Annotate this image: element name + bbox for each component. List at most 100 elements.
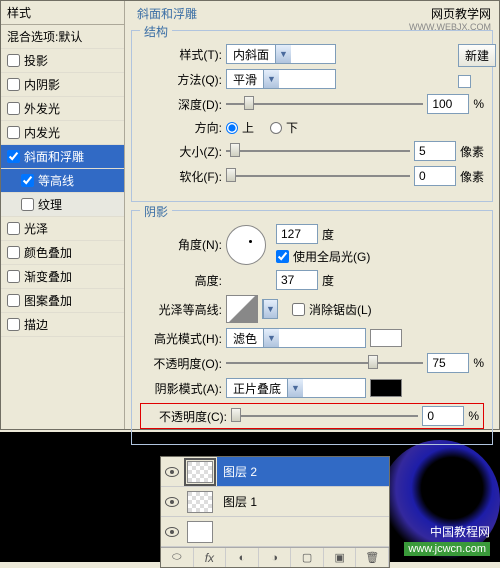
shadow-mode-combo[interactable]: 正片叠底▼ (226, 378, 366, 398)
technique-label: 方法(Q): (140, 71, 222, 88)
shadow-mode-label: 阴影模式(A): (140, 380, 222, 397)
soften-input[interactable]: 0 (414, 166, 456, 186)
direction-up-radio[interactable] (226, 122, 238, 134)
direction-label: 方向: (140, 119, 222, 136)
shadow-opacity-input[interactable]: 0 (422, 406, 464, 426)
checkbox[interactable] (7, 150, 20, 163)
eye-icon (165, 467, 179, 477)
style-gradient-overlay[interactable]: 渐变叠加 (1, 265, 124, 289)
size-slider[interactable] (226, 142, 410, 160)
altitude-input[interactable]: 37 (276, 270, 318, 290)
highlighted-row: 不透明度(C): 0 % (140, 403, 484, 429)
sidebar-title: 样式 (1, 1, 124, 25)
global-light-checkbox[interactable] (276, 250, 289, 263)
antialias-checkbox[interactable] (292, 303, 305, 316)
checkbox[interactable] (7, 102, 20, 115)
style-inner-glow[interactable]: 内发光 (1, 121, 124, 145)
style-pattern-overlay[interactable]: 图案叠加 (1, 289, 124, 313)
folder-icon[interactable]: ▢ (291, 548, 324, 567)
angle-input[interactable]: 127 (276, 224, 318, 244)
visibility-toggle[interactable] (161, 527, 183, 537)
chevron-down-icon[interactable]: ▼ (263, 300, 277, 318)
shadow-opacity-slider[interactable] (231, 407, 418, 425)
size-label: 大小(Z): (140, 143, 222, 160)
mask-icon[interactable]: ◐ (226, 548, 259, 567)
brand-watermark: 网页教学网 WWW.WEBJX.COM (409, 5, 491, 32)
gloss-label: 光泽等高线: (140, 301, 222, 318)
style-combo[interactable]: 内斜面▼ (226, 44, 336, 64)
layer-row[interactable]: 图层 2 (161, 457, 389, 487)
tutorial-watermark: 中国教程网 www.jcwcn.com (404, 523, 490, 556)
highlight-mode-label: 高光模式(H): (140, 330, 222, 347)
link-icon[interactable]: ⬭ (161, 548, 194, 567)
visibility-toggle[interactable] (161, 467, 183, 477)
checkbox[interactable] (7, 78, 20, 91)
direction-down-radio[interactable] (270, 122, 282, 134)
layer-thumbnail[interactable] (187, 461, 213, 483)
style-texture[interactable]: 纹理 (1, 193, 124, 217)
highlight-opacity-label: 不透明度(O): (140, 355, 222, 372)
altitude-label: 高度: (140, 272, 222, 289)
checkbox[interactable] (7, 294, 20, 307)
shadow-opacity-label: 不透明度(C): (145, 408, 227, 425)
trash-icon[interactable]: 🗑 (356, 548, 389, 567)
highlight-mode-combo[interactable]: 滤色▼ (226, 328, 366, 348)
angle-dial[interactable] (226, 225, 266, 265)
settings-panel: 斜面和浮雕 网页教学网 WWW.WEBJX.COM 结构 样式(T): 内斜面▼… (125, 1, 499, 429)
style-color-overlay[interactable]: 颜色叠加 (1, 241, 124, 265)
layer-name[interactable] (217, 517, 389, 546)
checkbox[interactable] (7, 270, 20, 283)
highlight-opacity-input[interactable]: 75 (427, 353, 469, 373)
layer-name[interactable]: 图层 1 (217, 487, 389, 516)
style-label: 样式(T): (140, 46, 222, 63)
style-stroke[interactable]: 描边 (1, 313, 124, 337)
new-style-button[interactable]: 新建 (458, 44, 496, 67)
style-contour[interactable]: 等高线 (1, 169, 124, 193)
gloss-dropdown[interactable]: ▼ (262, 299, 278, 319)
fx-icon[interactable]: fx (194, 548, 227, 567)
layer-name[interactable]: 图层 2 (217, 457, 389, 486)
chevron-down-icon[interactable]: ▼ (263, 329, 279, 347)
layer-row[interactable]: 图层 1 (161, 487, 389, 517)
layer-toolbar: ⬭ fx ◐ ◑ ▢ ▣ 🗑 (161, 547, 389, 567)
checkbox[interactable] (7, 318, 20, 331)
shadow-color-swatch[interactable] (370, 379, 402, 397)
depth-input[interactable]: 100 (427, 94, 469, 114)
structure-title: 结构 (140, 23, 172, 40)
highlight-color-swatch[interactable] (370, 329, 402, 347)
layer-row[interactable] (161, 517, 389, 547)
eye-icon (165, 497, 179, 507)
style-satin[interactable]: 光泽 (1, 217, 124, 241)
soften-slider[interactable] (226, 167, 410, 185)
checkbox[interactable] (7, 54, 20, 67)
style-inner-shadow[interactable]: 内阴影 (1, 73, 124, 97)
eye-icon (165, 527, 179, 537)
checkbox[interactable] (7, 126, 20, 139)
layer-thumbnail[interactable] (187, 521, 213, 543)
styles-sidebar: 样式 混合选项:默认 投影 内阴影 外发光 内发光 斜面和浮雕 等高线 纹理 光… (1, 1, 125, 429)
preview-checkbox[interactable] (458, 75, 471, 88)
technique-combo[interactable]: 平滑▼ (226, 69, 336, 89)
checkbox[interactable] (7, 246, 20, 259)
soften-label: 软化(F): (140, 168, 222, 185)
blend-options[interactable]: 混合选项:默认 (1, 25, 124, 49)
checkbox[interactable] (7, 222, 20, 235)
chevron-down-icon[interactable]: ▼ (275, 45, 291, 63)
gloss-contour-picker[interactable] (226, 295, 258, 323)
chevron-down-icon[interactable]: ▼ (263, 70, 279, 88)
chevron-down-icon[interactable]: ▼ (287, 379, 303, 397)
layer-thumbnail[interactable] (187, 491, 213, 513)
new-layer-icon[interactable]: ▣ (324, 548, 357, 567)
style-drop-shadow[interactable]: 投影 (1, 49, 124, 73)
visibility-toggle[interactable] (161, 497, 183, 507)
checkbox[interactable] (21, 174, 34, 187)
size-input[interactable]: 5 (414, 141, 456, 161)
depth-label: 深度(D): (140, 96, 222, 113)
checkbox[interactable] (21, 198, 34, 211)
adjustment-icon[interactable]: ◑ (259, 548, 292, 567)
depth-slider[interactable] (226, 95, 423, 113)
style-bevel-emboss[interactable]: 斜面和浮雕 (1, 145, 124, 169)
layers-panel: 图层 2 图层 1 ⬭ fx ◐ ◑ ▢ ▣ 🗑 (160, 456, 390, 568)
highlight-opacity-slider[interactable] (226, 354, 423, 372)
style-outer-glow[interactable]: 外发光 (1, 97, 124, 121)
